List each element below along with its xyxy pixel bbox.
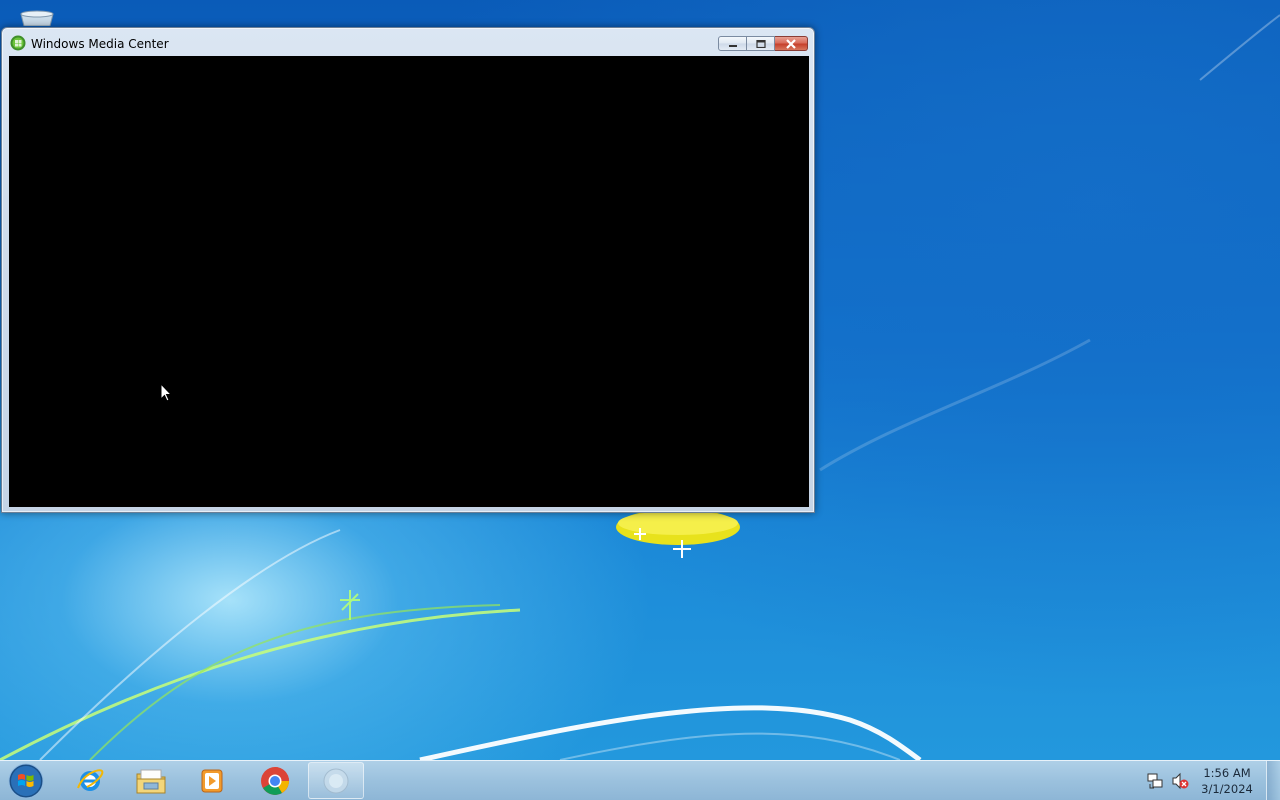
- taskbar-windows-explorer[interactable]: [123, 762, 179, 799]
- title-bar[interactable]: Windows Media Center: [2, 28, 814, 56]
- start-button[interactable]: [6, 762, 46, 800]
- recycle-bin-icon[interactable]: [18, 4, 56, 26]
- clock-date: 3/1/2024: [1201, 782, 1253, 796]
- maximize-icon: [755, 39, 766, 48]
- media-player-icon: [201, 769, 223, 792]
- window-title: Windows Media Center: [31, 37, 169, 51]
- chrome-icon: [261, 766, 289, 795]
- taskbar-google-chrome[interactable]: [247, 762, 303, 799]
- windows-media-center-icon: [10, 35, 26, 51]
- windows-media-center-window[interactable]: Windows Media Center: [1, 27, 815, 513]
- system-clock[interactable]: 1:56 AM 3/1/2024: [1196, 765, 1258, 797]
- minimize-button[interactable]: [718, 36, 747, 51]
- maximize-button[interactable]: [747, 36, 775, 51]
- network-icon[interactable]: [1146, 772, 1164, 790]
- media-center-content-area[interactable]: [9, 56, 809, 507]
- show-desktop-button[interactable]: [1266, 761, 1280, 800]
- taskbar-windows-media-center[interactable]: [308, 762, 364, 799]
- windows-media-center-icon: [323, 768, 349, 793]
- mouse-pointer-icon: [160, 383, 172, 402]
- window-controls: [718, 36, 808, 53]
- taskbar-windows-media-player[interactable]: [184, 762, 240, 799]
- close-icon: [786, 38, 796, 49]
- clock-time: 1:56 AM: [1203, 766, 1251, 780]
- folder-icon: [136, 769, 166, 793]
- minimize-icon: [728, 44, 737, 47]
- taskbar-internet-explorer[interactable]: [62, 762, 118, 799]
- close-button[interactable]: [775, 36, 808, 51]
- windows-start-icon: [8, 763, 44, 799]
- volume-muted-icon[interactable]: [1171, 772, 1189, 790]
- internet-explorer-icon: [77, 768, 104, 791]
- taskbar: [0, 760, 1280, 800]
